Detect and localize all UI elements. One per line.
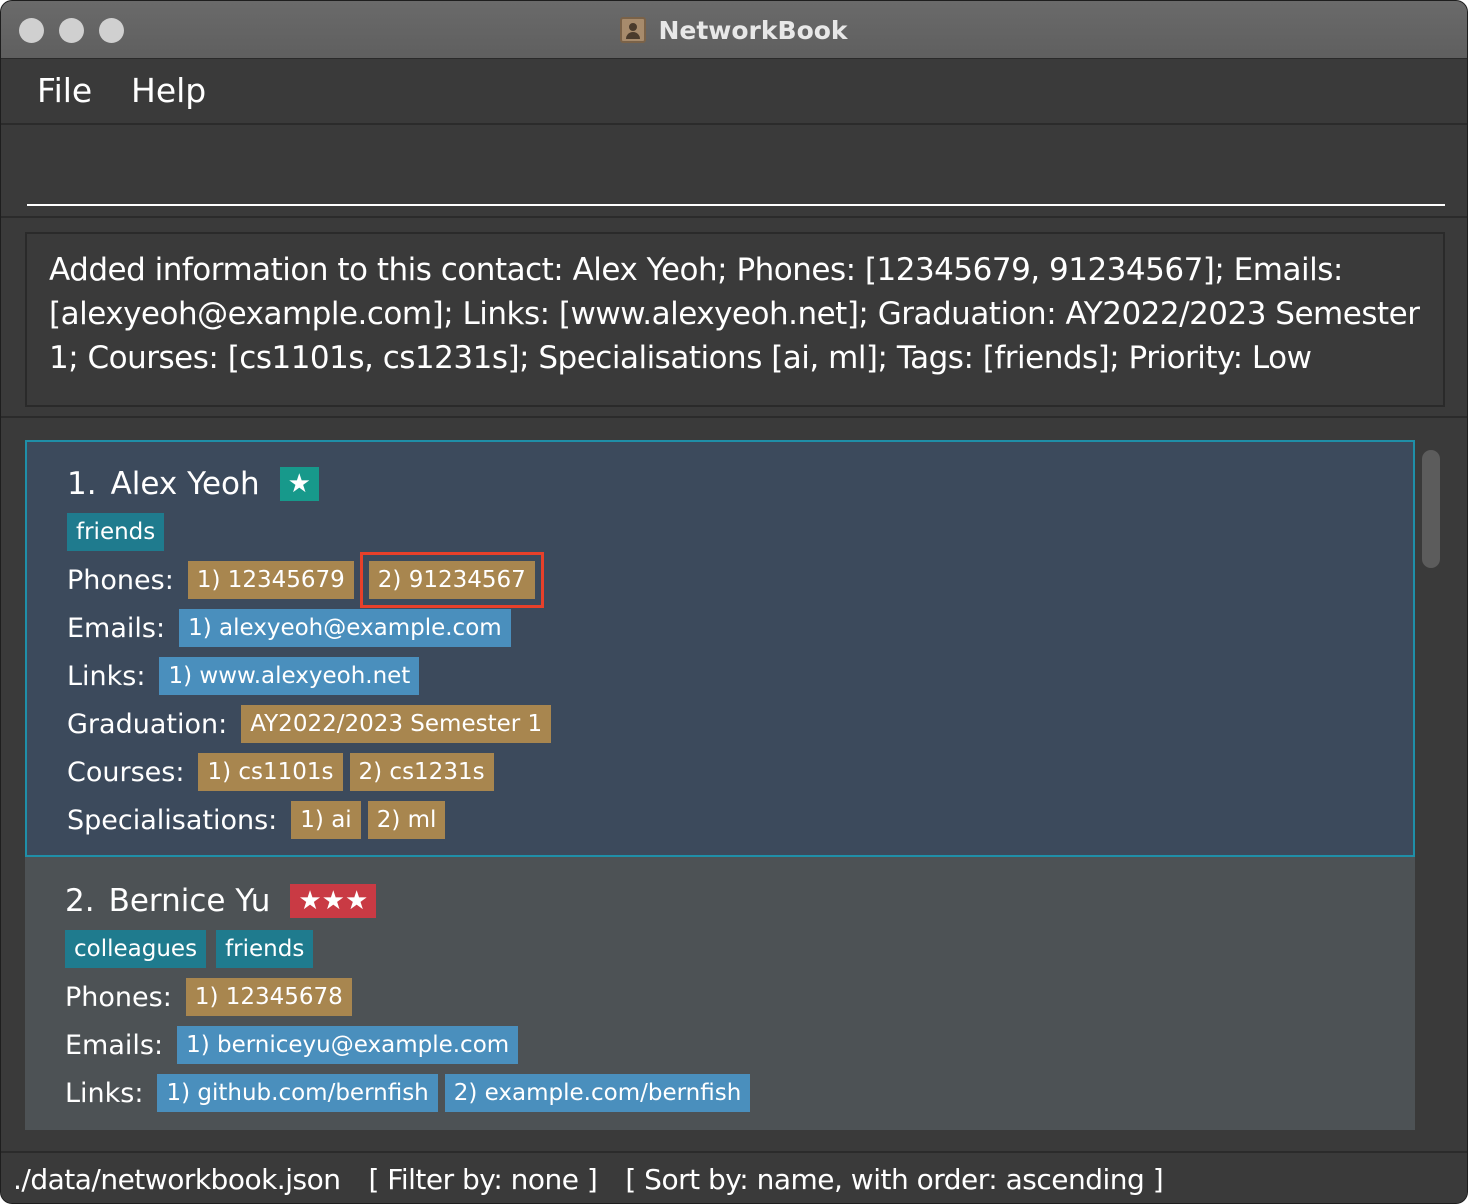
emails-label: Emails: bbox=[65, 1029, 164, 1061]
email-chip: 1) alexyeoh@example.com bbox=[179, 609, 511, 647]
result-display-area: Added information to this contact: Alex … bbox=[1, 220, 1467, 418]
courses-label: Courses: bbox=[67, 756, 185, 788]
result-display: Added information to this contact: Alex … bbox=[25, 232, 1445, 407]
contact-list[interactable]: 1. Alex Yeoh ★ friends Phones: 1) 123456… bbox=[25, 440, 1415, 1130]
links-row: Links: 1) github.com/bernfish 2) example… bbox=[65, 1069, 757, 1117]
contact-name-row: 1. Alex Yeoh ★ bbox=[67, 460, 558, 508]
status-sort: [ Sort by: name, with order: ascending ] bbox=[625, 1162, 1164, 1196]
priority-star-icon: ★ bbox=[279, 467, 319, 501]
emails-row: Emails: 1) berniceyu@example.com bbox=[65, 1021, 757, 1069]
contact-index: 2. bbox=[65, 883, 95, 919]
phones-label: Phones: bbox=[67, 564, 174, 596]
link-chip[interactable]: 1) www.alexyeoh.net bbox=[159, 657, 420, 695]
title-bar[interactable]: NetworkBook bbox=[1, 1, 1467, 59]
specialisations-label: Specialisations: bbox=[67, 804, 278, 836]
phone-chip: 1) 12345679 bbox=[187, 561, 354, 599]
tag-chip: friends bbox=[216, 930, 314, 968]
priority-star-icon: ★★★ bbox=[290, 884, 377, 918]
graduation-chip: AY2022/2023 Semester 1 bbox=[241, 705, 552, 743]
tag-chip: friends bbox=[67, 513, 165, 551]
tag-row: friends bbox=[67, 508, 558, 556]
menu-help[interactable]: Help bbox=[131, 71, 206, 110]
phones-row: Phones: 1) 12345679 2) 91234567 bbox=[67, 552, 558, 608]
status-bar: ./data/networkbook.json [ Filter by: non… bbox=[1, 1151, 1467, 1203]
contact-name: Bernice Yu bbox=[108, 883, 271, 919]
email-chip: 1) berniceyu@example.com bbox=[177, 1026, 519, 1064]
contact-name: Alex Yeoh bbox=[110, 466, 260, 502]
contact-card-content: 1. Alex Yeoh ★ friends Phones: 1) 123456… bbox=[67, 460, 558, 844]
contact-card-bernice-yu[interactable]: 2. Bernice Yu ★★★ colleagues friends Pho… bbox=[25, 857, 1415, 1130]
contact-list-scrollbar[interactable] bbox=[1419, 442, 1443, 1130]
scrollbar-thumb[interactable] bbox=[1422, 450, 1440, 568]
course-chip: 2) cs1231s bbox=[349, 753, 494, 791]
specialisations-row: Specialisations: 1) ai 2) ml bbox=[67, 796, 558, 844]
command-box bbox=[1, 126, 1467, 218]
phones-row: Phones: 1) 12345678 bbox=[65, 973, 757, 1021]
links-label: Links: bbox=[67, 660, 146, 692]
link-chip[interactable]: 2) example.com/bernfish bbox=[444, 1074, 751, 1112]
links-row: Links: 1) www.alexyeoh.net bbox=[67, 652, 558, 700]
window-title-group: NetworkBook bbox=[1, 1, 1467, 59]
emails-label: Emails: bbox=[67, 612, 166, 644]
status-filter: [ Filter by: none ] bbox=[368, 1162, 598, 1196]
contact-book-icon bbox=[620, 17, 647, 43]
tag-chip: colleagues bbox=[65, 930, 207, 968]
status-file-path: ./data/networkbook.json bbox=[13, 1162, 341, 1196]
contact-name-row: 2. Bernice Yu ★★★ bbox=[65, 877, 757, 925]
emails-row: Emails: 1) alexyeoh@example.com bbox=[67, 604, 558, 652]
command-input[interactable] bbox=[27, 126, 1445, 206]
specialisation-chip: 1) ai bbox=[291, 801, 361, 839]
contact-card-content: 2. Bernice Yu ★★★ colleagues friends Pho… bbox=[65, 877, 757, 1117]
app-window: NetworkBook File Help Added information … bbox=[0, 0, 1468, 1204]
phones-label: Phones: bbox=[65, 981, 172, 1013]
course-chip: 1) cs1101s bbox=[198, 753, 343, 791]
menu-file[interactable]: File bbox=[37, 71, 92, 110]
graduation-row: Graduation: AY2022/2023 Semester 1 bbox=[67, 700, 558, 748]
contact-list-panel: 1. Alex Yeoh ★ friends Phones: 1) 123456… bbox=[1, 420, 1467, 1150]
window-title: NetworkBook bbox=[658, 15, 848, 45]
contact-card-alex-yeoh[interactable]: 1. Alex Yeoh ★ friends Phones: 1) 123456… bbox=[25, 440, 1415, 857]
tag-row: colleagues friends bbox=[65, 925, 757, 973]
phone-chip-highlighted: 2) 91234567 bbox=[359, 552, 544, 608]
menu-bar: File Help bbox=[1, 59, 1467, 125]
phone-chip: 1) 12345678 bbox=[185, 978, 352, 1016]
graduation-label: Graduation: bbox=[67, 708, 228, 740]
courses-row: Courses: 1) cs1101s 2) cs1231s bbox=[67, 748, 558, 796]
contact-index: 1. bbox=[67, 466, 97, 502]
links-label: Links: bbox=[65, 1077, 144, 1109]
link-chip[interactable]: 1) github.com/bernfish bbox=[157, 1074, 438, 1112]
specialisation-chip: 2) ml bbox=[367, 801, 446, 839]
